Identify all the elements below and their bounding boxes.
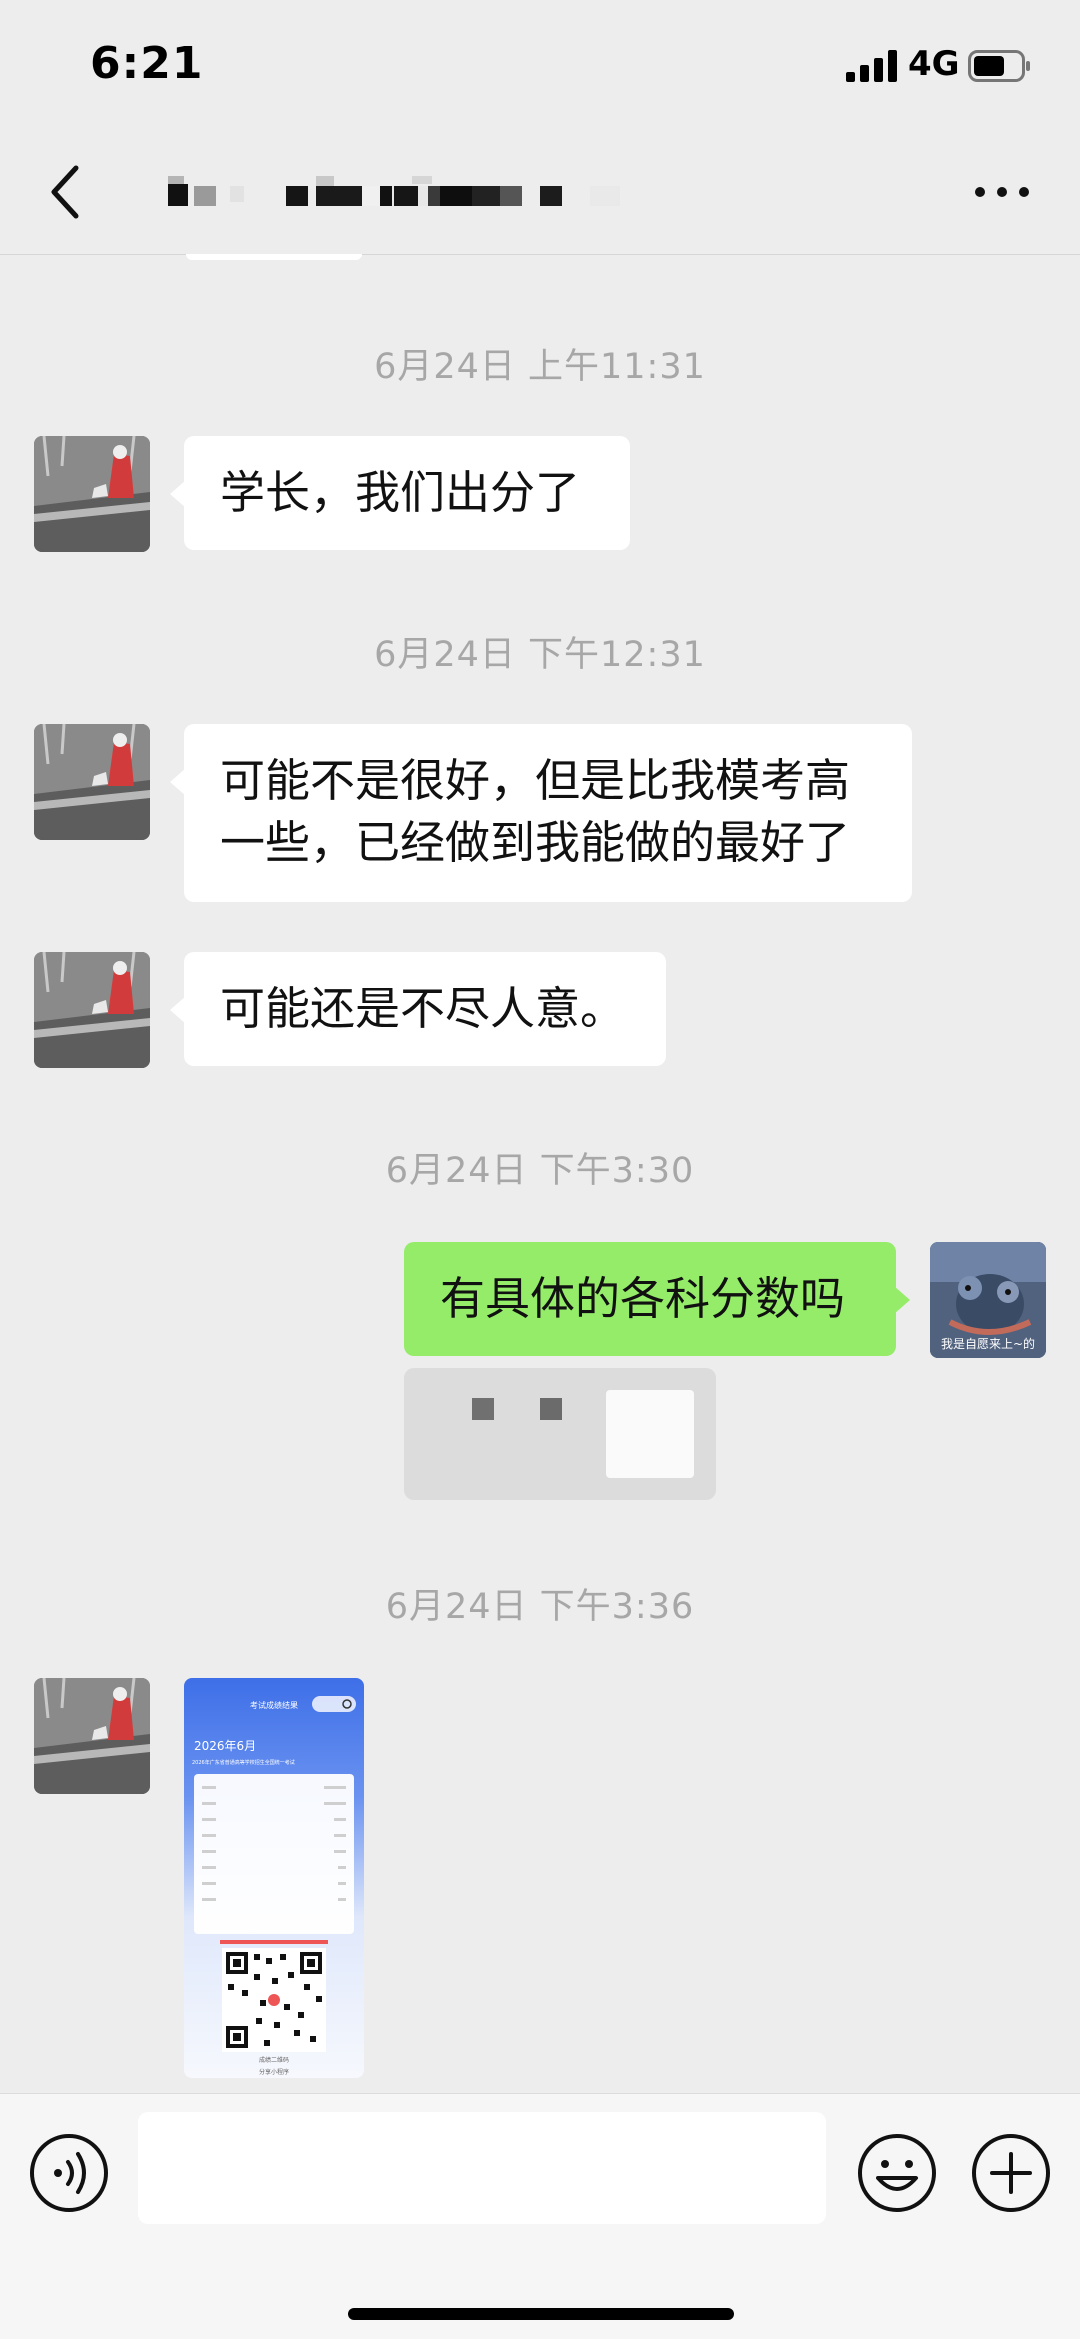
message-bubble-other[interactable]: 可能不是很好，但是比我模考高一些，已经做到我能做的最好了 [170,724,912,902]
avatar-other[interactable] [34,1678,150,1794]
chat-title [160,176,161,177]
message-bubble-other[interactable]: 学长，我们出分了 [170,436,630,550]
timestamp: 6月24日 上午11:31 [374,347,706,387]
message-text: 可能还是不尽人意。 [220,982,626,1035]
plus-icon[interactable] [970,2132,1052,2214]
redaction-mosaic [120,168,620,206]
avatar-other[interactable] [34,952,150,1068]
redaction-mosaic [472,1398,562,1420]
avatar-self[interactable]: 我是自愿来上~的 [930,1242,1046,1358]
voice-icon[interactable] [28,2132,110,2214]
network-type: 4G [908,44,960,84]
chat-header [0,130,1080,255]
score-card-subtitle: 2026年广东省普通高等学校招生全国统一考试 [192,1759,295,1766]
avatar-other[interactable] [34,724,150,840]
avatar-other[interactable] [34,436,150,552]
timestamp: 6月24日 下午3:36 [385,1587,695,1627]
battery-icon [968,50,1030,82]
score-card-header: 考试成绩结果 [250,1700,298,1710]
score-card-year: 2026年6月 [194,1739,256,1753]
quoted-image-thumbnail [606,1390,694,1478]
score-card-footer: 分享小程序 [259,2068,289,2076]
previous-message-edge [186,254,362,260]
input-bar [0,2093,1080,2339]
chat-screen: 6:21 4G 6月24日 上午11:31 学长，我们出分了 6月24日 下午1… [0,0,1080,2339]
message-bubble-other[interactable]: 可能还是不尽人意。 [170,952,666,1066]
score-screenshot: 考试成绩结果 2026年6月 2026年广东省普通高等学校招生全国统一考试 成绩… [184,1678,364,2078]
message-text: 学长，我们出分了 [220,466,581,519]
status-time: 6:21 [90,38,204,89]
chat-title-redacted [120,168,920,208]
more-dots-icon[interactable] [970,162,1034,222]
message-text: 可能不是很好，但是比我模考高一些，已经做到我能做的最好了 [220,754,851,869]
message-bubble-self[interactable]: 有具体的各科分数吗 [404,1242,910,1356]
timestamp: 6月24日 下午12:31 [374,635,706,675]
image-message[interactable]: 考试成绩结果 2026年6月 2026年广东省普通高等学校招生全国统一考试 成绩… [184,1678,364,2078]
emoji-icon[interactable] [856,2132,938,2214]
avatar-caption: 我是自愿来上~的 [941,1336,1035,1351]
status-bar: 6:21 4G [0,0,1080,130]
signal-icon [846,50,897,82]
score-card-qr-label: 成绩二维码 [259,2056,289,2064]
message-text: 有具体的各科分数吗 [440,1272,846,1325]
chevron-left-icon[interactable] [36,160,96,224]
home-indicator [348,2308,734,2320]
quoted-message[interactable] [404,1368,716,1500]
timestamp: 6月24日 下午3:30 [385,1151,695,1191]
message-input[interactable] [138,2112,826,2224]
